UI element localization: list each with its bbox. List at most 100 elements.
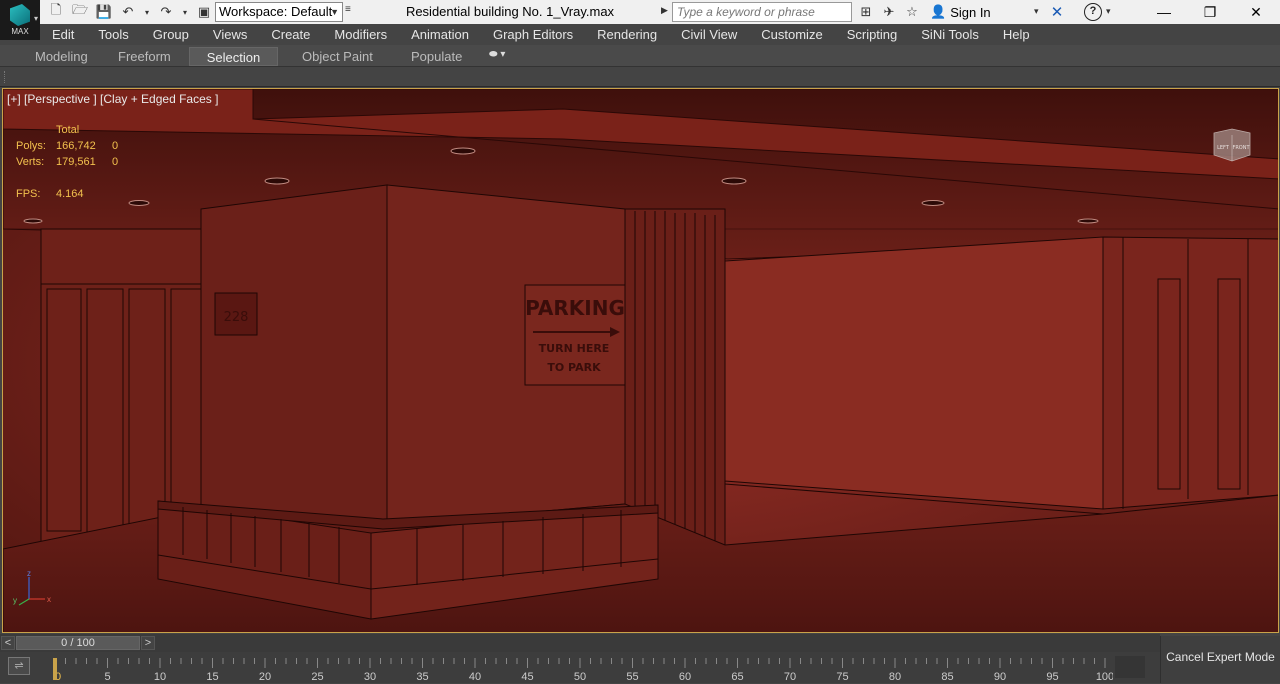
workspace-label: Workspace: Default [219, 4, 333, 19]
tab-selection[interactable]: Selection [189, 47, 278, 66]
tab-object-paint[interactable]: Object Paint [288, 47, 387, 66]
frame-tick-label: 15 [206, 671, 218, 683]
cancel-expert-mode-button[interactable]: Cancel Expert Mode [1160, 636, 1280, 683]
prev-frame-button[interactable]: < [1, 636, 15, 650]
track-bar-end [1115, 656, 1145, 678]
parking-sign-line2: TO PARK [547, 361, 601, 374]
title-tools: ⊞ ✈ ☆ [856, 3, 922, 21]
frame-tick-label: 30 [364, 671, 376, 683]
star-icon[interactable]: ☆ [902, 3, 922, 21]
frame-tick-label: 50 [574, 671, 586, 683]
max-logo-icon [10, 4, 30, 26]
user-icon: 👤 [930, 4, 947, 19]
frame-tick-label: 45 [521, 671, 533, 683]
save-icon[interactable]: 💾 [94, 3, 114, 21]
menu-tools[interactable]: Tools [86, 24, 140, 45]
parking-sign-title: PARKING [525, 296, 625, 320]
search-expand-icon[interactable]: ▶ [661, 5, 668, 16]
axis-tripod-icon: z x y [13, 569, 51, 606]
frame-ruler: 0 5 10 15 20 25 30 35 40 45 50 55 60 65 70 75 80 85 90 95 10… [53, 658, 1113, 683]
curve-editor-icon[interactable]: ⇌ [8, 657, 30, 675]
workspace-select[interactable]: Workspace: Default ▼ [215, 2, 343, 22]
title-bar: MAX ▾ 🗋 🗁 💾 ↶ ▾ ↷ ▾ ▣ Workspace: Default… [0, 0, 1280, 40]
frame-tick-label: 95 [1046, 671, 1058, 683]
menu-create[interactable]: Create [259, 24, 322, 45]
undo-dropdown-icon[interactable]: ▾ [142, 3, 152, 21]
scene-render: 228 PARKING TURN HERE TO PARK [3, 89, 1278, 632]
frame-tick-label: 65 [731, 671, 743, 683]
time-slider-bar: < 0 / 100 > [0, 634, 1160, 652]
workspace-menu-icon[interactable]: ≡ [345, 4, 351, 15]
logo-text: MAX [11, 27, 29, 36]
viewport-label[interactable]: [+] [Perspective ] [Clay + Edged Faces ] [7, 92, 218, 106]
frame-tick-label: 55 [626, 671, 638, 683]
minimize-button[interactable]: — [1141, 0, 1187, 24]
open-folder-icon[interactable]: 🗁 [70, 2, 90, 21]
menu-sini-tools[interactable]: SiNi Tools [909, 24, 991, 45]
sign-in-dropdown-icon[interactable]: ▾ [1034, 6, 1039, 17]
menu-modifiers[interactable]: Modifiers [322, 24, 399, 45]
grip-handle[interactable] [4, 71, 7, 83]
sign-in-button[interactable]: 👤 Sign In [930, 4, 991, 20]
time-slider[interactable]: 0 / 100 [16, 636, 140, 650]
tab-modeling[interactable]: Modeling [21, 47, 102, 66]
menu-animation[interactable]: Animation [399, 24, 481, 45]
help-icon[interactable]: ? [1084, 3, 1102, 21]
binoculars-icon[interactable]: ⊞ [856, 3, 876, 21]
sign-in-label: Sign In [950, 4, 991, 20]
viewcube-front-label: FRONT [1232, 145, 1250, 151]
ribbon-options-icon[interactable]: ⬬ ▾ [489, 49, 505, 60]
ribbon-tabs: Modeling Freeform Selection Object Paint… [0, 45, 1280, 67]
polys-label: Polys: [16, 140, 46, 152]
frame-tick-label: 25 [311, 671, 323, 683]
tab-freeform[interactable]: Freeform [104, 47, 185, 66]
frame-tick-label: 20 [259, 671, 271, 683]
next-frame-button[interactable]: > [141, 636, 155, 650]
redo-dropdown-icon[interactable]: ▾ [180, 3, 190, 21]
frame-tick-label: 35 [416, 671, 428, 683]
help-dropdown-icon[interactable]: ▾ [1106, 6, 1111, 17]
undo-icon[interactable]: ↶ [118, 3, 138, 21]
frame-tick-label: 75 [836, 671, 848, 683]
polys-selected: 0 [112, 140, 119, 152]
new-file-icon[interactable]: 🗋 [46, 2, 66, 21]
axis-z-label: z [27, 569, 31, 578]
close-button[interactable]: ✕ [1233, 0, 1279, 24]
menu-graph-editors[interactable]: Graph Editors [481, 24, 585, 45]
ribbon-panel [0, 67, 1280, 87]
statistics-overlay: Total Polys: 166,742 0 Verts: 179,561 0 … [16, 122, 122, 202]
menu-group[interactable]: Group [141, 24, 201, 45]
menu-civil-view[interactable]: Civil View [669, 24, 749, 45]
menu-scripting[interactable]: Scripting [835, 24, 910, 45]
menu-bar: Edit Tools Group Views Create Modifiers … [40, 24, 1280, 45]
restore-button[interactable]: ❐ [1187, 0, 1233, 24]
satellite-icon[interactable]: ✈ [879, 3, 899, 21]
redo-icon[interactable]: ↷ [156, 3, 176, 21]
quick-access-toolbar: 🗋 🗁 💾 ↶ ▾ ↷ ▾ ▣ [46, 2, 214, 21]
menu-customize[interactable]: Customize [749, 24, 834, 45]
polys-total: 166,742 [56, 140, 96, 152]
tab-populate[interactable]: Populate [397, 47, 476, 66]
perspective-viewport[interactable]: 228 PARKING TURN HERE TO PARK [+] [Persp… [2, 88, 1279, 633]
menu-edit[interactable]: Edit [40, 24, 86, 45]
frame-tick-label: 70 [784, 671, 796, 683]
viewcube[interactable]: LEFT FRONT [1210, 127, 1254, 163]
frame-tick-label: 85 [941, 671, 953, 683]
document-title: Residential building No. 1_Vray.max [405, 4, 615, 19]
frame-tick-label: 80 [889, 671, 901, 683]
exchange-icon[interactable]: ✕ [1048, 3, 1066, 21]
frame-tick-label: 40 [469, 671, 481, 683]
verts-label: Verts: [16, 156, 45, 168]
menu-help[interactable]: Help [991, 24, 1042, 45]
app-menu-button[interactable]: MAX ▾ [0, 0, 40, 40]
parking-sign-line1: TURN HERE [539, 342, 610, 355]
room-number-sign: 228 [224, 310, 249, 325]
menu-views[interactable]: Views [201, 24, 259, 45]
menu-rendering[interactable]: Rendering [585, 24, 669, 45]
project-folder-icon[interactable]: ▣ [194, 3, 214, 21]
search-input[interactable]: Type a keyword or phrase [672, 2, 852, 22]
track-bar[interactable]: ⇌ 0 5 10 15 20 25 30 35 40 45 50 55 60 65 70 75 80 85 90 95… [0, 652, 1160, 683]
frame-tick-label: 60 [679, 671, 691, 683]
axis-y-label: y [13, 596, 17, 605]
current-frame-marker[interactable] [53, 658, 57, 680]
